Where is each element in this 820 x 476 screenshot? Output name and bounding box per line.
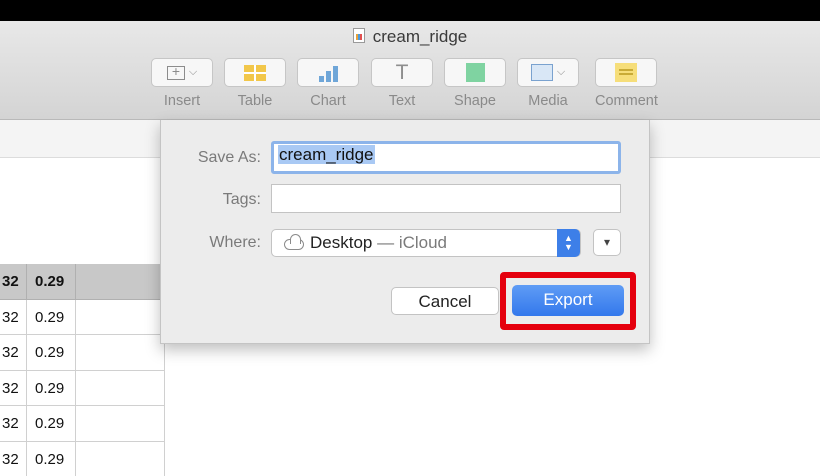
table-row: 32 0.29 bbox=[0, 406, 165, 442]
tags-field[interactable] bbox=[271, 184, 621, 213]
numbers-document-icon bbox=[352, 28, 365, 43]
icloud-icon bbox=[284, 234, 304, 250]
window-title: cream_ridge bbox=[0, 27, 820, 47]
shape-button[interactable] bbox=[444, 58, 506, 87]
text-tool[interactable]: T Text bbox=[371, 58, 433, 109]
media-button[interactable]: ⌵ bbox=[517, 58, 579, 87]
media-icon bbox=[530, 64, 553, 81]
table-cell[interactable]: 0.29 bbox=[27, 406, 76, 442]
table-cell[interactable]: 0.29 bbox=[27, 441, 76, 476]
chart-label: Chart bbox=[310, 93, 346, 109]
insert-button[interactable]: ⌵ bbox=[151, 58, 213, 87]
where-popup[interactable]: Desktop — iCloud ▲ ▼ bbox=[271, 229, 581, 257]
text-label: Text bbox=[388, 93, 416, 109]
where-label: Where: bbox=[209, 234, 261, 251]
table-cell[interactable]: 32 bbox=[0, 335, 27, 371]
text-button[interactable]: T bbox=[371, 58, 433, 87]
table-button[interactable] bbox=[224, 58, 286, 87]
comment-tool[interactable]: Comment bbox=[595, 58, 658, 109]
comment-label: Comment bbox=[595, 93, 658, 109]
shape-label: Shape bbox=[454, 93, 496, 109]
export-button[interactable]: Export bbox=[512, 285, 624, 316]
table-cell[interactable] bbox=[76, 335, 165, 371]
table-cell[interactable]: 32 bbox=[0, 264, 27, 300]
save-as-field[interactable]: cream_ridge bbox=[271, 141, 621, 174]
media-label: Media bbox=[528, 93, 568, 109]
shape-icon bbox=[465, 63, 485, 82]
comment-button[interactable] bbox=[595, 58, 657, 87]
chevron-down-icon: ▾ bbox=[603, 235, 611, 249]
insert-tool[interactable]: ⌵ Insert bbox=[151, 58, 213, 109]
table-tool[interactable]: Table bbox=[224, 58, 286, 109]
tags-label: Tags: bbox=[222, 191, 261, 208]
table-row: 32 0.29 bbox=[0, 299, 165, 335]
table-cell[interactable] bbox=[76, 264, 165, 300]
where-location: Desktop bbox=[310, 233, 373, 252]
insert-label: Insert bbox=[163, 93, 201, 109]
table-cell[interactable]: 0.29 bbox=[27, 370, 76, 406]
menu-bar bbox=[0, 0, 820, 21]
chevron-down-icon: ⌵ bbox=[188, 66, 198, 78]
table-cell[interactable]: 0.29 bbox=[27, 299, 76, 335]
chart-icon bbox=[318, 64, 338, 82]
export-save-dialog: Save As: cream_ridge Tags: Where: Deskto… bbox=[160, 120, 650, 344]
comment-icon bbox=[615, 63, 637, 82]
table-row: 32 0.29 bbox=[0, 441, 165, 476]
table-cell[interactable]: 0.29 bbox=[27, 264, 76, 300]
shape-tool[interactable]: Shape bbox=[444, 58, 506, 109]
table-row: 32 0.29 bbox=[0, 370, 165, 406]
table-cell[interactable]: 32 bbox=[0, 299, 27, 335]
up-down-chevron-icon[interactable]: ▲ ▼ bbox=[557, 229, 580, 257]
table-row: 32 0.29 bbox=[0, 335, 165, 371]
table-cell[interactable] bbox=[76, 406, 165, 442]
table-cell[interactable] bbox=[76, 370, 165, 406]
table-cell[interactable]: 32 bbox=[0, 370, 27, 406]
spreadsheet-table: 32 0.29 32 0.29 32 0.29 32 0.29 32 0.29 … bbox=[0, 264, 165, 476]
chart-button[interactable] bbox=[297, 58, 359, 87]
cancel-button[interactable]: Cancel bbox=[391, 287, 499, 315]
insert-icon bbox=[166, 63, 185, 80]
table-cell[interactable]: 0.29 bbox=[27, 335, 76, 371]
table-icon bbox=[244, 64, 266, 81]
text-icon: T bbox=[395, 60, 409, 84]
expand-dialog-button[interactable]: ▾ bbox=[593, 229, 621, 256]
window-titlebar: cream_ridge ⌵ Insert Table Chart T Text … bbox=[0, 21, 820, 120]
chart-tool[interactable]: Chart bbox=[297, 58, 359, 109]
table-cell[interactable]: 32 bbox=[0, 441, 27, 476]
media-tool[interactable]: ⌵ Media bbox=[517, 58, 579, 109]
table-label: Table bbox=[237, 93, 273, 109]
table-header-row: 32 0.29 bbox=[0, 264, 165, 300]
table-cell[interactable] bbox=[76, 299, 165, 335]
where-service: — iCloud bbox=[372, 233, 448, 252]
table-cell[interactable] bbox=[76, 441, 165, 476]
save-as-label: Save As: bbox=[197, 149, 261, 166]
table-cell[interactable]: 32 bbox=[0, 406, 27, 442]
chevron-down-icon: ⌵ bbox=[556, 66, 566, 78]
save-as-value: cream_ridge bbox=[278, 145, 375, 164]
